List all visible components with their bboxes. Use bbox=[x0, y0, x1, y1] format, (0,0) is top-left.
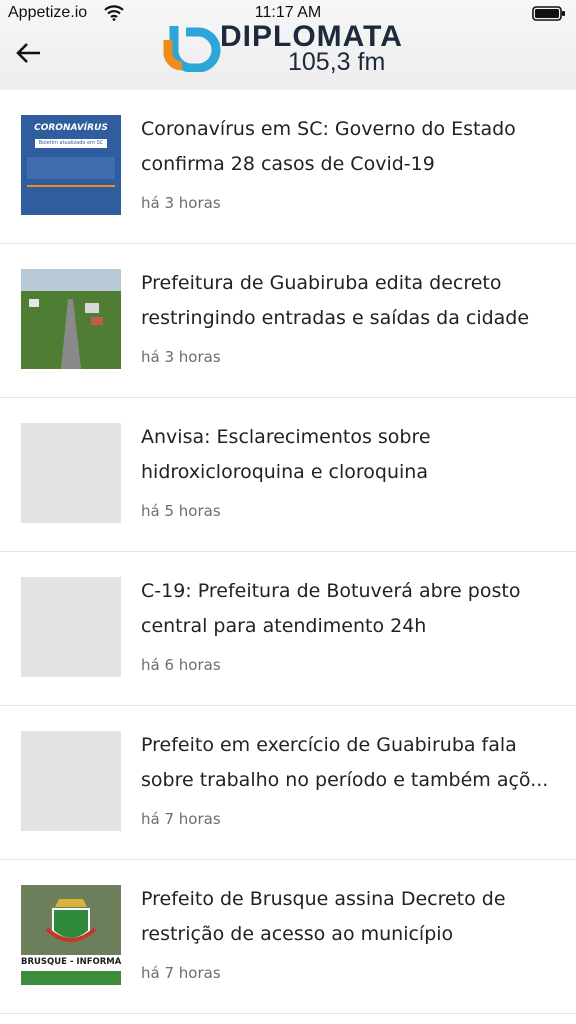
news-thumbnail-placeholder bbox=[21, 731, 121, 831]
news-thumbnail-placeholder bbox=[21, 577, 121, 677]
back-button[interactable] bbox=[12, 38, 46, 68]
logo-frequency: 105,3 fm bbox=[288, 48, 386, 76]
news-thumbnail: BRUSQUE - INFORMA bbox=[21, 885, 121, 985]
news-time: há 7 horas bbox=[141, 964, 221, 982]
battery-icon bbox=[532, 6, 565, 21]
news-title: C-19: Prefeitura de Botuverá abre posto … bbox=[141, 580, 521, 637]
arrow-left-icon bbox=[16, 43, 40, 63]
news-item[interactable]: BRUSQUE - INFORMA Prefeito de Brusque as… bbox=[0, 860, 576, 1014]
news-thumbnail bbox=[21, 269, 121, 369]
logo-mark-icon bbox=[163, 26, 221, 72]
news-title: Prefeitura de Guabiruba edita decreto re… bbox=[141, 272, 530, 329]
thumbnail-caption: BRUSQUE - INFORMA bbox=[21, 957, 121, 967]
city-crest-icon bbox=[21, 885, 121, 985]
station-logo: DIPLOMATA 105,3 fm bbox=[160, 18, 420, 76]
news-item[interactable]: Prefeitura de Guabiruba edita decreto re… bbox=[0, 244, 576, 398]
news-title: Prefeito em exercício de Guabiruba fala … bbox=[141, 734, 549, 791]
news-title: Prefeito de Brusque assina Decreto de re… bbox=[141, 888, 506, 945]
news-time: há 7 horas bbox=[141, 810, 221, 828]
news-time: há 3 horas bbox=[141, 194, 221, 212]
news-item[interactable]: C-19: Prefeitura de Botuverá abre posto … bbox=[0, 552, 576, 706]
news-thumbnail: CORONAVÍRUS Boletim atualizado em SC bbox=[21, 115, 121, 215]
news-list: CORONAVÍRUS Boletim atualizado em SC Cor… bbox=[0, 90, 576, 1024]
thumbnail-caption: CORONAVÍRUS bbox=[34, 123, 108, 133]
thumbnail-panel bbox=[27, 157, 115, 179]
thumbnail-divider bbox=[27, 185, 115, 187]
news-time: há 3 horas bbox=[141, 348, 221, 366]
news-item[interactable]: Prefeito em exercício de Guabiruba fala … bbox=[0, 706, 576, 860]
thumbnail-subcaption: Boletim atualizado em SC bbox=[35, 139, 107, 148]
news-title: Coronavírus em SC: Governo do Estado con… bbox=[141, 118, 516, 175]
news-time: há 5 horas bbox=[141, 502, 221, 520]
news-item[interactable]: CORONAVÍRUS Boletim atualizado em SC Cor… bbox=[0, 90, 576, 244]
status-bar: Appetize.io 11:17 AM bbox=[0, 0, 576, 26]
news-item[interactable]: Anvisa: Esclarecimentos sobre hidroxiclo… bbox=[0, 398, 576, 552]
news-thumbnail-placeholder bbox=[21, 423, 121, 523]
news-time: há 6 horas bbox=[141, 656, 221, 674]
news-title: Anvisa: Esclarecimentos sobre hidroxiclo… bbox=[141, 426, 431, 483]
status-time: 11:17 AM bbox=[254, 4, 322, 21]
road-photo-icon bbox=[21, 269, 121, 369]
